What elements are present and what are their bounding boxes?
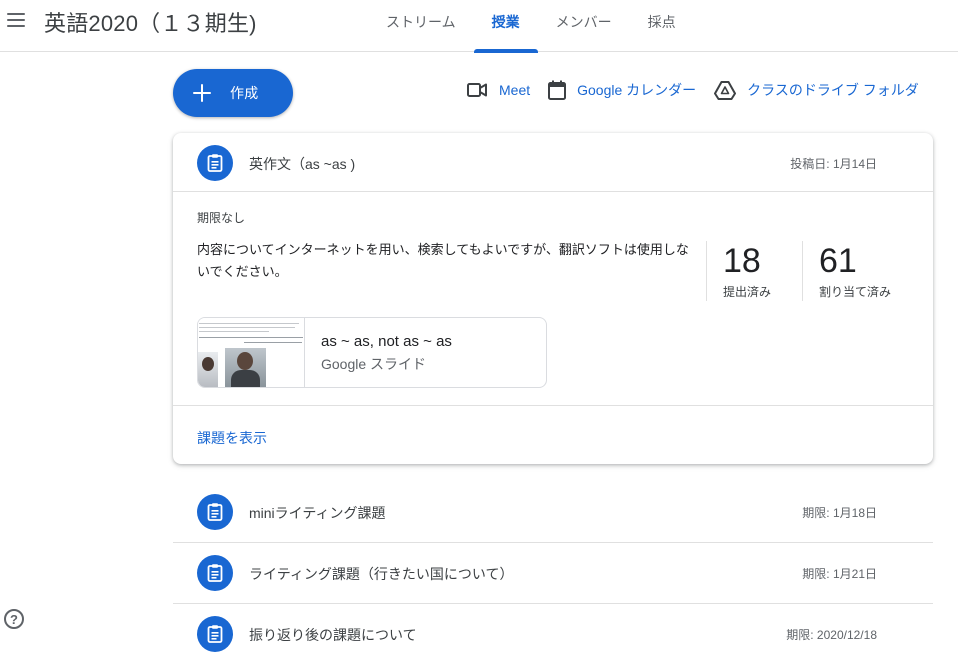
assignment-posted-date: 投稿日: 1月14日 <box>790 157 877 171</box>
assigned-label: 割り当て済み <box>819 285 892 299</box>
calendar-link-label: Google カレンダー <box>577 82 697 98</box>
create-button-label: 作成 <box>230 85 259 101</box>
assignment-clipboard-icon <box>197 494 233 530</box>
create-button[interactable]: 作成 <box>173 69 293 117</box>
assignment-row-due: 期限: 2020/12/18 <box>786 628 877 642</box>
assignment-card-header[interactable]: 英作文（as ~as ) 投稿日: 1月14日 <box>173 133 933 192</box>
help-icon[interactable]: ? <box>4 609 24 629</box>
assignment-instructions: 内容についてインターネットを用い、検索してもよいですが、翻訳ソフトは使用しないで… <box>197 242 689 279</box>
tab-grades[interactable]: 採点 <box>630 0 694 52</box>
calendar-link[interactable]: Google カレンダー <box>548 80 696 100</box>
assignment-row[interactable]: miniライティング課題 期限: 1月18日 <box>173 482 933 543</box>
attachment-title: as ~ as, not as ~ as <box>321 333 452 350</box>
assignment-due: 期限なし <box>197 211 246 225</box>
classwork-links: Meet Google カレンダー クラスのドライブ フォルダ <box>466 78 937 102</box>
turned-in-count: 18 <box>723 242 761 280</box>
assignment-row-due: 期限: 1月18日 <box>802 506 877 520</box>
drive-folder-link-label: クラスのドライブ フォルダ <box>747 82 919 98</box>
assignment-clipboard-icon <box>197 616 233 652</box>
attachment-type: Google スライド <box>321 356 427 372</box>
assignment-row-due: 期限: 1月21日 <box>802 567 877 581</box>
meet-link-label: Meet <box>499 82 531 98</box>
top-app-bar: 英語2020（１３期生) ストリーム 授業 メンバー 採点 <box>0 0 958 53</box>
google-drive-icon <box>714 81 737 100</box>
assigned-stat[interactable]: 61 割り当て済み <box>802 241 891 301</box>
assignment-title: 英作文（as ~as ) <box>249 156 356 172</box>
assignment-row-title: miniライティング課題 <box>249 505 386 521</box>
slides-attachment[interactable]: as ~ as, not as ~ as Google スライド <box>197 317 547 388</box>
plus-icon <box>190 81 214 105</box>
meet-link[interactable]: Meet <box>466 81 530 99</box>
assignment-row[interactable]: ライティング課題（行きたい国について） 期限: 1月21日 <box>173 543 933 604</box>
assignment-clipboard-icon <box>197 145 233 181</box>
tab-people[interactable]: メンバー <box>538 0 630 52</box>
tab-classwork[interactable]: 授業 <box>473 0 538 53</box>
turned-in-label: 提出済み <box>723 285 772 299</box>
assignment-card-expanded: 英作文（as ~as ) 投稿日: 1月14日 期限なし 内容についてインターネ… <box>173 133 933 464</box>
assignment-row-title: ライティング課題（行きたい国について） <box>249 566 514 582</box>
class-title[interactable]: 英語2020（１３期生) <box>44 6 257 38</box>
hamburger-menu-icon[interactable] <box>6 12 26 28</box>
assigned-count: 61 <box>819 242 857 280</box>
class-tabs: ストリーム 授業 メンバー 採点 <box>368 0 694 53</box>
assignment-row[interactable]: 振り返り後の課題について 期限: 2020/12/18 <box>173 604 933 654</box>
video-camera-icon <box>467 83 487 97</box>
drive-folder-link[interactable]: クラスのドライブ フォルダ <box>714 80 919 100</box>
view-assignment-link[interactable]: 課題を表示 <box>197 428 267 448</box>
slides-thumbnail <box>198 318 305 387</box>
assignment-clipboard-icon <box>197 555 233 591</box>
calendar-icon <box>548 80 567 100</box>
assignment-card-footer: 課題を表示 <box>173 405 933 464</box>
assignment-row-title: 振り返り後の課題について <box>249 627 417 643</box>
tab-stream[interactable]: ストリーム <box>368 0 474 52</box>
turned-in-stat[interactable]: 18 提出済み <box>706 241 771 301</box>
